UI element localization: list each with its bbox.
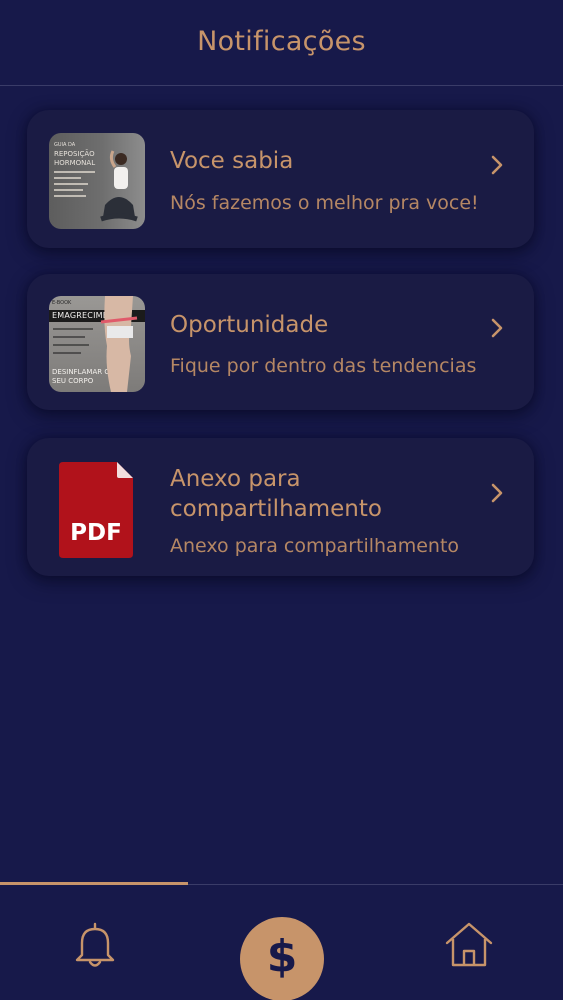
notification-card-oportunidade[interactable]: E-BOOK EMAGRECIMENTO DESINFLAMAR O SEU C… [27, 274, 534, 410]
page-title: Notificações [197, 26, 366, 57]
chevron-right-icon [491, 155, 503, 175]
thumb-text-lines [54, 171, 99, 201]
notification-title: Anexo para compartilhamento [170, 464, 382, 524]
bottom-tab-bar: $ [0, 882, 563, 1000]
thumb-caption-3: HORMONAL [54, 159, 96, 167]
weight-loss-ebook-thumbnail: E-BOOK EMAGRECIMENTO DESINFLAMAR O SEU C… [49, 296, 145, 392]
notification-card-voce-sabia[interactable]: GUIA DA REPOSIÇÃO HORMONAL Voce sabia Nó… [27, 110, 534, 248]
thumb-text-lines [53, 328, 93, 360]
notification-title-line1: Anexo para [170, 466, 301, 492]
notification-title: Oportunidade [170, 312, 329, 338]
active-tab-indicator [0, 882, 188, 885]
notification-title: Voce sabia [170, 148, 294, 174]
pdf-label: PDF [70, 520, 122, 546]
thumb-caption-1: GUIA DA [54, 142, 76, 148]
tab-home[interactable] [444, 921, 494, 969]
notification-subtitle: Nós fazemos o melhor pra voce! [170, 192, 479, 214]
chevron-right-icon [491, 318, 503, 338]
thumb-caption-1: E-BOOK [52, 300, 72, 306]
bell-icon [75, 922, 115, 967]
dollar-icon: $ [266, 931, 298, 982]
notification-card-anexo[interactable]: PDF Anexo para compartilhamento Anexo pa… [27, 438, 534, 576]
waist-figure-icon [100, 296, 138, 392]
chevron-right-icon [491, 483, 503, 503]
top-bar: Notificações [0, 0, 563, 86]
notification-subtitle: Anexo para compartilhamento [170, 535, 460, 557]
notification-title-line2: compartilhamento [170, 496, 382, 522]
notification-subtitle: Fique por dentro das tendencias [170, 355, 477, 377]
pdf-file-icon: PDF [59, 462, 133, 558]
hormone-guide-thumbnail: GUIA DA REPOSIÇÃO HORMONAL [49, 133, 145, 229]
tab-finance[interactable]: $ [240, 917, 324, 1000]
thumb-caption-2: REPOSIÇÃO [54, 150, 95, 158]
home-icon [445, 922, 493, 967]
woman-figure-icon [100, 150, 138, 222]
tab-notifications[interactable] [72, 921, 118, 969]
